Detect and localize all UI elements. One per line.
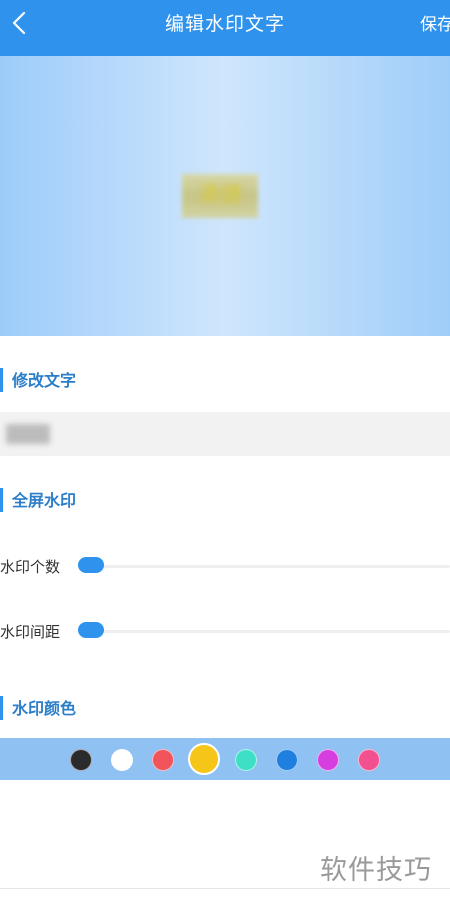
section-accent-bar <box>0 488 3 512</box>
section-label: 全屏水印 <box>12 491 77 510</box>
color-picker-bar <box>0 738 450 780</box>
save-button[interactable]: 保存 <box>420 10 450 35</box>
page-title: 编辑水印文字 <box>164 13 285 35</box>
color-swatch-red[interactable] <box>152 749 174 771</box>
bottom-divider <box>0 888 450 889</box>
slider-label-spacing: 水印间距 <box>0 623 61 641</box>
watermark-sample-text: 清捷 <box>197 183 242 208</box>
watermark-preview: 清捷 <box>0 56 450 336</box>
count-slider-thumb[interactable] <box>78 557 104 573</box>
site-watermark: 软件技巧 <box>316 846 450 886</box>
section-accent-bar <box>0 368 3 392</box>
section-modify-text: 修改文字 <box>0 354 450 404</box>
color-swatch-black[interactable] <box>70 749 92 771</box>
spacing-slider-thumb[interactable] <box>78 622 104 638</box>
color-swatch-blue[interactable] <box>276 749 298 771</box>
color-swatch-teal[interactable] <box>235 749 257 771</box>
color-swatch-pink[interactable] <box>358 749 380 771</box>
section-label: 修改文字 <box>12 371 77 390</box>
section-label: 水印颜色 <box>12 699 77 718</box>
slider-label-count: 水印个数 <box>0 558 61 576</box>
count-slider-track[interactable] <box>78 565 450 568</box>
top-bar: 编辑水印文字 保存 <box>0 0 450 56</box>
back-button[interactable] <box>4 8 34 38</box>
watermark-text-input[interactable] <box>4 422 424 446</box>
slider-row-spacing: 水印间距 <box>0 611 450 651</box>
section-accent-bar <box>0 696 3 720</box>
color-swatch-white[interactable] <box>111 749 133 771</box>
section-fullscreen-watermark: 全屏水印 <box>0 474 450 524</box>
text-input-row <box>0 412 450 456</box>
section-watermark-color: 水印颜色 <box>0 682 450 732</box>
chevron-left-icon <box>12 11 26 35</box>
spacing-slider-track[interactable] <box>78 630 450 633</box>
color-swatch-magenta[interactable] <box>317 749 339 771</box>
color-swatch-yellow[interactable] <box>188 743 220 775</box>
slider-row-count: 水印个数 <box>0 546 450 586</box>
site-watermark-text: 软件技巧 <box>320 855 432 886</box>
